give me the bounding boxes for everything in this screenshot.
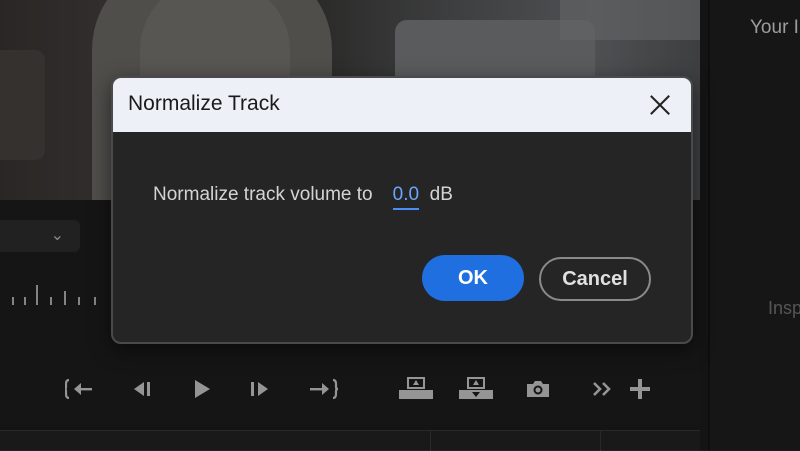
dialog-header: Normalize Track	[113, 78, 691, 132]
dialog-title: Normalize Track	[128, 92, 280, 115]
cancel-button[interactable]: Cancel	[539, 257, 651, 301]
volume-input[interactable]	[392, 184, 419, 210]
ok-button[interactable]: OK	[422, 255, 524, 301]
volume-label: Normalize track volume to	[153, 184, 373, 205]
normalize-track-dialog: Normalize Track Normalize track volume t…	[111, 76, 693, 344]
close-icon[interactable]	[647, 92, 673, 118]
volume-row: Normalize track volume to dB	[153, 184, 453, 210]
unit-label: dB	[429, 184, 453, 205]
